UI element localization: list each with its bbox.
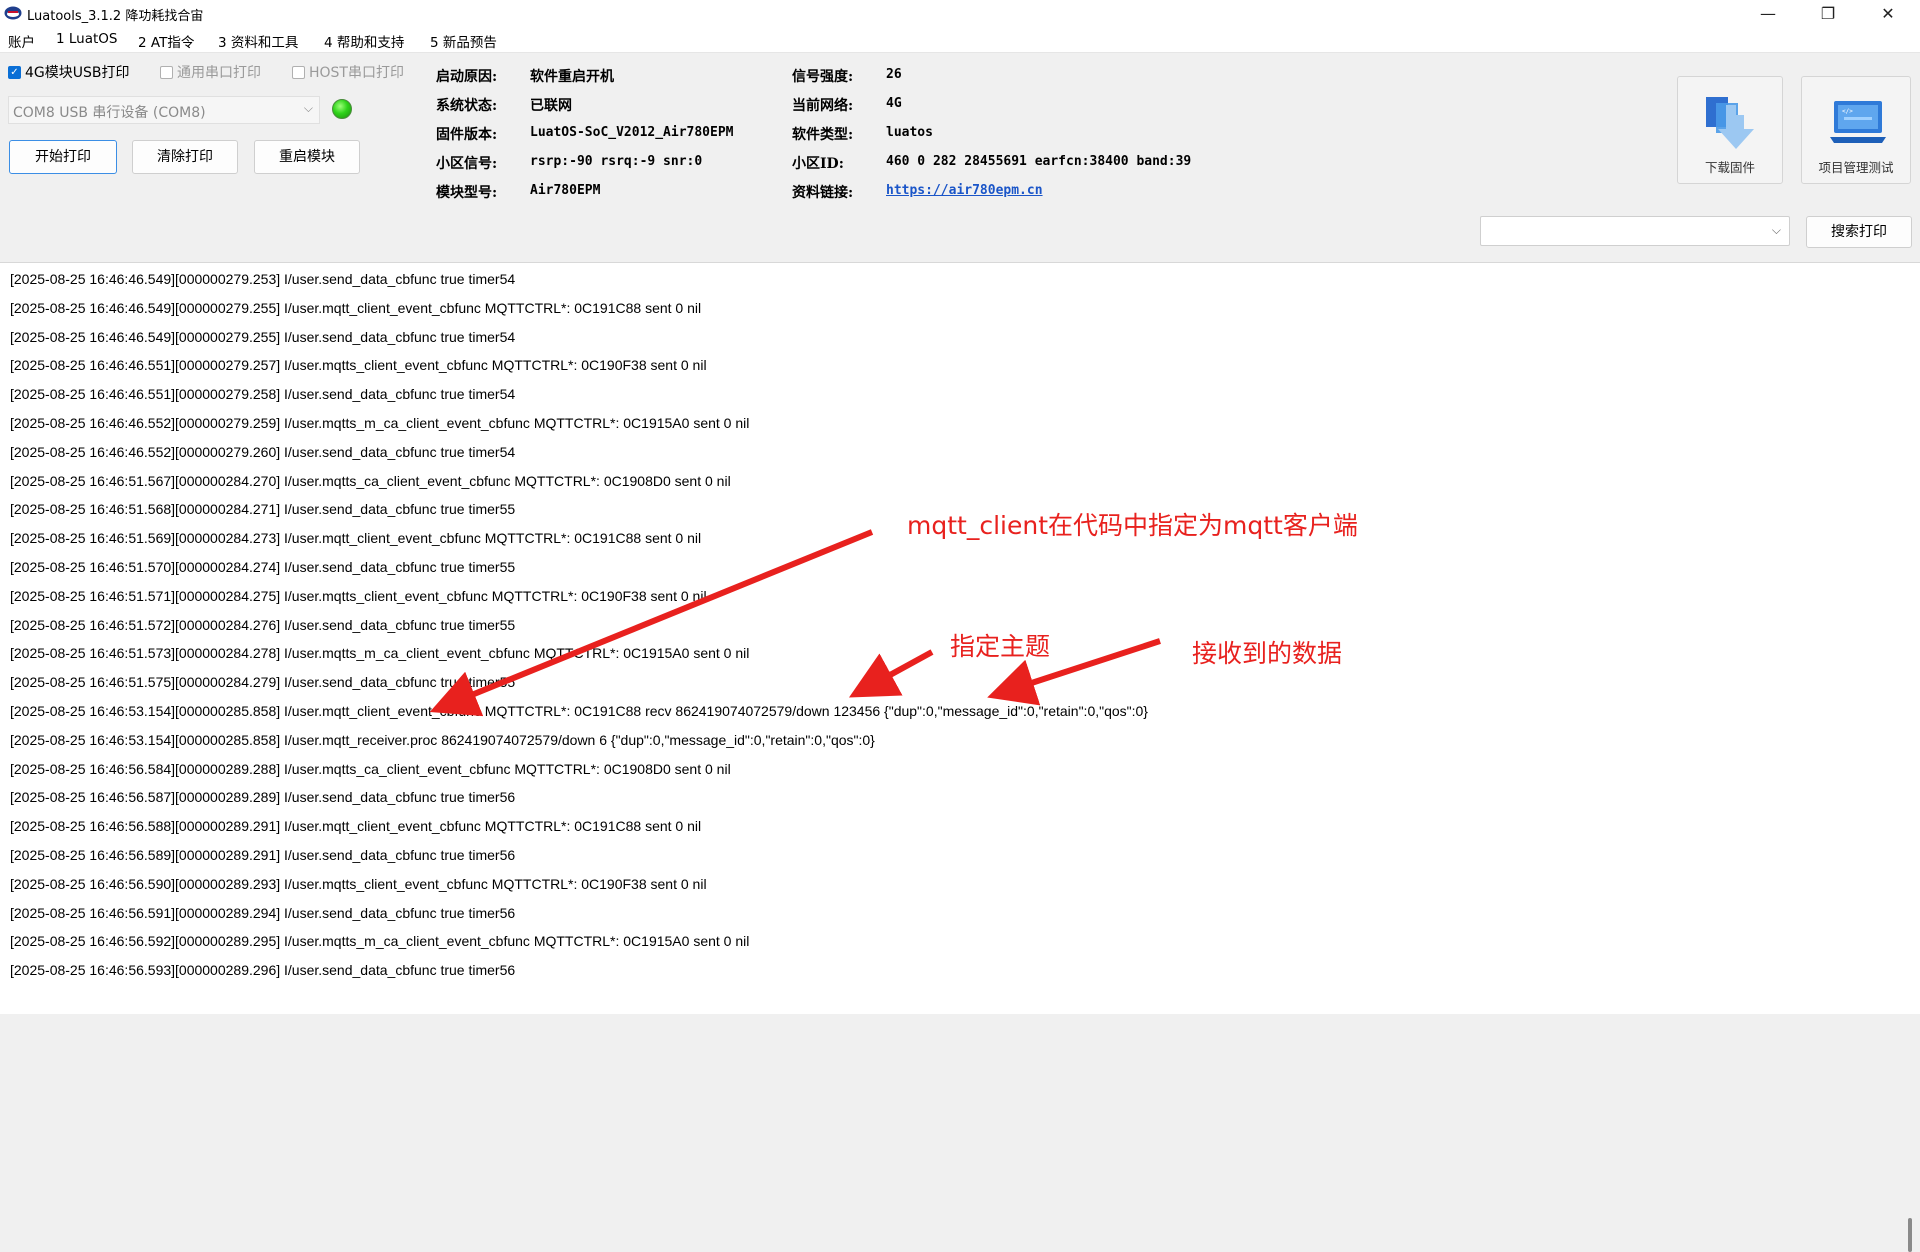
- module-model-label: 模块型号:: [436, 185, 498, 201]
- window-title: Luatools_3.1.2 降功耗找合宙: [27, 9, 204, 24]
- log-line: [2025-08-25 16:46:56.590][000000289.293]…: [10, 875, 707, 892]
- project-manager-button[interactable]: </> 项目管理测试: [1801, 76, 1911, 184]
- chevron-down-icon: ⌵: [1771, 223, 1781, 237]
- log-line: [2025-08-25 16:46:53.154][000000285.858]…: [10, 731, 875, 748]
- luatools-app-icon: [4, 6, 22, 20]
- usb-print-label: 4G模块USB打印: [25, 65, 130, 81]
- boot-reason-label: 启动原因:: [436, 69, 498, 85]
- log-line: [2025-08-25 16:46:56.593][000000289.296]…: [10, 962, 516, 979]
- module-model-value: Air780EPM: [530, 183, 601, 198]
- port-select-value: COM8 USB 串行设备 (COM8): [13, 105, 206, 121]
- topic-annotation: 指定主题: [950, 632, 1051, 661]
- port-select[interactable]: COM8 USB 串行设备 (COM8) ⌵: [8, 96, 320, 124]
- signal-strength-value: 26: [886, 67, 902, 82]
- menu-at-commands[interactable]: 2 AT指令: [138, 31, 194, 51]
- checkbox-empty-icon: [292, 65, 305, 79]
- download-firmware-label: 下载固件: [1704, 160, 1755, 175]
- title-bar: Luatools_3.1.2 降功耗找合宙 — ❐ ✕: [0, 0, 1920, 28]
- log-line: [2025-08-25 16:46:56.589][000000289.291]…: [10, 847, 516, 863]
- log-scrollbar-thumb[interactable]: [1908, 1218, 1912, 1252]
- menu-luatos[interactable]: 1 LuatOS: [56, 31, 117, 47]
- log-line: [2025-08-25 16:46:46.549][000000279.255]…: [10, 299, 702, 316]
- log-line: [2025-08-25 16:46:46.552][000000279.260]…: [10, 443, 516, 460]
- serial-print-checkbox[interactable]: 通用串口打印: [160, 62, 261, 82]
- software-type-value: luatos: [886, 125, 933, 140]
- host-print-label: HOST串口打印: [309, 65, 404, 81]
- connection-status-led: [332, 99, 352, 119]
- log-line: [2025-08-25 16:46:46.552][000000279.259]…: [10, 415, 750, 431]
- system-status-label: 系统状态:: [436, 98, 498, 114]
- log-line: [2025-08-25 16:46:46.549][000000279.255]…: [10, 328, 516, 345]
- log-line: [2025-08-25 16:46:46.549][000000279.253]…: [10, 271, 516, 287]
- log-line: [2025-08-25 16:46:56.588][000000289.291]…: [10, 818, 702, 835]
- system-status-value: 已联网: [530, 98, 572, 114]
- signal-strength-label: 信号强度:: [792, 69, 854, 85]
- cell-signal-label: 小区信号:: [436, 156, 498, 172]
- log-line: [2025-08-25 16:46:46.551][000000279.257]…: [10, 357, 707, 374]
- checkbox-empty-icon: [160, 65, 173, 79]
- log-line: [2025-08-25 16:46:46.551][000000279.258]…: [10, 386, 516, 403]
- minimize-button[interactable]: —: [1740, 0, 1796, 28]
- restart-module-button[interactable]: 重启模块: [254, 140, 360, 174]
- checkbox-checked-icon: ✓: [8, 65, 21, 79]
- log-line: [2025-08-25 16:46:56.587][000000289.289]…: [10, 789, 516, 806]
- software-type-label: 软件类型:: [792, 127, 854, 143]
- log-line: [2025-08-25 16:46:51.568][000000284.271]…: [10, 501, 516, 518]
- usb-print-checkbox[interactable]: ✓ 4G模块USB打印: [8, 62, 130, 82]
- menu-account[interactable]: 账户: [8, 31, 35, 51]
- menu-help-support[interactable]: 4 帮助和支持: [324, 31, 404, 51]
- clear-print-button[interactable]: 清除打印: [132, 140, 238, 174]
- client-annotation: mqtt_client在代码中指定为mqtt客户端: [907, 511, 1358, 540]
- cell-id-label: 小区ID:: [792, 156, 844, 172]
- log-line: [2025-08-25 16:46:51.567][000000284.270]…: [10, 472, 731, 489]
- log-line: [2025-08-25 16:46:51.575][000000284.279]…: [10, 674, 516, 691]
- download-firmware-button[interactable]: 下载固件: [1677, 76, 1783, 184]
- current-network-value: 4G: [886, 96, 902, 111]
- data-annotation: 接收到的数据: [1192, 639, 1343, 668]
- log-line: [2025-08-25 16:46:51.572][000000284.276]…: [10, 616, 516, 633]
- chevron-down-icon: ⌵: [303, 101, 313, 115]
- menu-bar: 账户 1 LuatOS 2 AT指令 3 资料和工具 4 帮助和支持 5 新品预…: [0, 28, 1920, 53]
- download-firmware-icon: [1706, 97, 1754, 149]
- resource-link[interactable]: https://air780epm.cn: [886, 183, 1043, 198]
- log-line: [2025-08-25 16:46:56.592][000000289.295]…: [10, 933, 750, 950]
- start-print-button[interactable]: 开始打印: [9, 140, 117, 174]
- cell-id-value: 460 0 282 28455691 earfcn:38400 band:39: [886, 154, 1192, 169]
- project-manager-icon: </>: [1830, 101, 1886, 143]
- log-line: [2025-08-25 16:46:53.154][000000285.858]…: [10, 703, 1148, 719]
- resource-link-label: 资料链接:: [792, 185, 854, 201]
- log-line: [2025-08-25 16:46:56.584][000000289.288]…: [10, 760, 731, 777]
- firmware-version-value: LuatOS-SoC_V2012_Air780EPM: [530, 125, 734, 140]
- log-line: [2025-08-25 16:46:51.569][000000284.273]…: [10, 530, 702, 547]
- menu-new-products[interactable]: 5 新品预告: [430, 31, 497, 51]
- search-input[interactable]: ⌵: [1480, 216, 1790, 246]
- log-line: [2025-08-25 16:46:51.571][000000284.275]…: [10, 587, 707, 604]
- current-network-label: 当前网络:: [792, 98, 854, 114]
- log-line: [2025-08-25 16:46:51.573][000000284.278]…: [10, 645, 750, 662]
- svg-text:</>: </>: [1842, 108, 1853, 115]
- search-print-button[interactable]: 搜索打印: [1806, 216, 1912, 248]
- serial-print-label: 通用串口打印: [177, 65, 261, 81]
- boot-reason-value: 软件重启开机: [530, 69, 614, 85]
- host-print-checkbox[interactable]: HOST串口打印: [292, 62, 404, 82]
- firmware-version-label: 固件版本:: [436, 127, 498, 143]
- close-button[interactable]: ✕: [1860, 0, 1916, 28]
- log-line: [2025-08-25 16:46:56.591][000000289.294]…: [10, 904, 516, 921]
- menu-resources-tools[interactable]: 3 资料和工具: [218, 31, 298, 51]
- restore-button[interactable]: ❐: [1800, 0, 1856, 28]
- cell-signal-value: rsrp:-90 rsrq:-9 snr:0: [530, 154, 703, 169]
- log-line: [2025-08-25 16:46:51.570][000000284.274]…: [10, 559, 516, 575]
- project-manager-label: 项目管理测试: [1818, 160, 1894, 175]
